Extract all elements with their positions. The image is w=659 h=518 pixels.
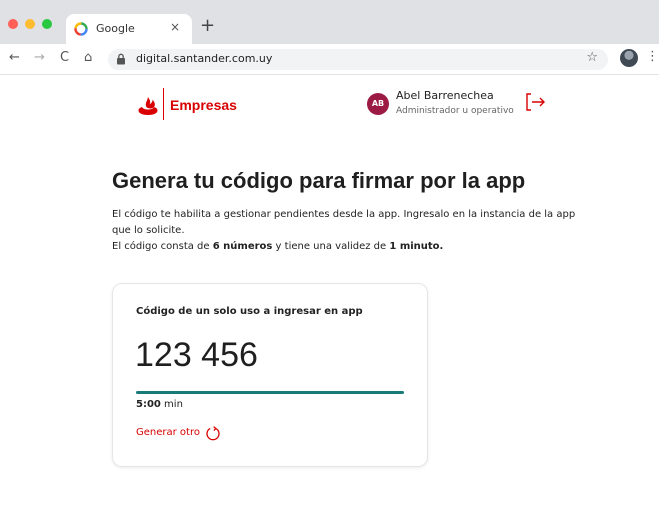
logo-divider [163,88,164,120]
page-title: Genera tu código para firmar por la app [112,168,526,193]
generate-another-link[interactable]: Generar otro [136,427,200,438]
user-name: Abel Barrenechea [396,89,494,102]
close-window-button[interactable] [8,19,18,29]
timer: 5:00 min [136,399,183,410]
timer-unit: min [160,399,183,410]
browser-tab[interactable]: Google × [66,14,192,44]
one-time-code: 123 456 [135,336,258,374]
google-favicon-icon [74,22,88,36]
logout-icon[interactable] [524,92,546,112]
profile-avatar[interactable] [620,49,638,67]
timer-progress-fill [136,391,404,394]
timer-progress-bar [136,391,404,394]
description-digits: 6 números [212,241,273,252]
page-description: El código te habilita a gestionar pendie… [112,207,582,255]
timer-value: 5:00 [136,399,161,410]
url-text: digital.santander.com.uy [136,52,273,65]
minimize-window-button[interactable] [25,19,35,29]
forward-icon[interactable]: → [34,50,45,66]
user-role: Administrador u operativo [396,106,514,116]
description-line-1: El código te habilita a gestionar pendie… [112,209,576,236]
lock-icon [117,53,125,65]
code-card: Código de un solo uso a ingresar en app … [112,283,428,467]
description-line-2: El código consta de 6 números y tiene un… [112,239,582,255]
address-bar[interactable]: digital.santander.com.uy ☆ [108,49,608,70]
tab-title: Google [96,22,135,35]
description-text: El código consta de [112,241,213,252]
new-tab-button[interactable]: + [200,17,215,35]
reload-icon[interactable]: C [60,50,69,66]
description-text: y tiene una validez de [272,241,390,252]
tab-close-icon[interactable]: × [170,20,180,34]
code-label: Código de un solo uso a ingresar en app [136,306,363,317]
bookmark-star-icon[interactable]: ☆ [586,50,598,65]
browser-toolbar: ← → C ⌂ digital.santander.com.uy ☆ ⋮ [0,44,659,75]
refresh-icon[interactable] [205,425,221,441]
brand-label: Empresas [170,97,237,113]
back-icon[interactable]: ← [9,50,20,66]
santander-flame-icon [138,97,158,115]
browser-tab-bar: Google × + [0,0,659,44]
user-avatar[interactable]: AB [367,93,389,115]
home-icon[interactable]: ⌂ [84,50,92,66]
browser-menu-icon[interactable]: ⋮ [646,49,659,64]
description-validity: 1 minuto. [389,241,444,252]
maximize-window-button[interactable] [42,19,52,29]
